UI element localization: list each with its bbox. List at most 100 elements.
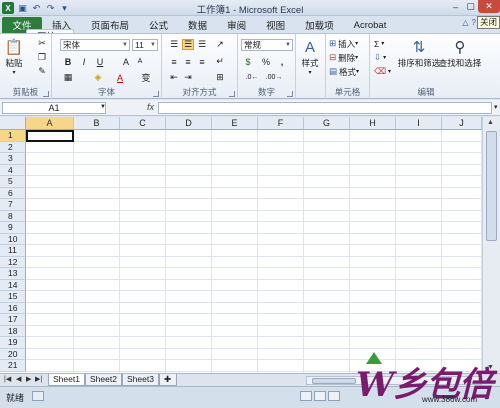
row-header-10[interactable]: 10 (0, 233, 26, 245)
delete-cells-button[interactable]: ⊟ 删除 ▾ (329, 52, 358, 63)
row-header-8[interactable]: 8 (0, 210, 26, 222)
vertical-scrollbar[interactable]: ▲ ▼ (482, 117, 500, 373)
row-header-12[interactable]: 12 (0, 256, 26, 268)
column-header-f[interactable]: F (258, 117, 304, 130)
number-format-select[interactable]: 常规 ▼ (241, 39, 293, 51)
scroll-up-icon[interactable]: ▲ (487, 119, 494, 126)
tab-view[interactable]: 视图 (256, 17, 295, 33)
page-layout-view-icon[interactable] (314, 391, 326, 401)
row-header-21[interactable]: 21 (0, 360, 26, 372)
last-sheet-icon[interactable]: ▶| (35, 375, 42, 383)
merge-center-icon[interactable]: ⊞ (214, 72, 226, 83)
column-header-d[interactable]: D (166, 117, 212, 130)
shrink-font-button[interactable]: A (134, 56, 146, 67)
column-header-j[interactable]: J (442, 117, 482, 130)
column-header-a[interactable]: A (26, 117, 74, 130)
row-header-14[interactable]: 14 (0, 279, 26, 291)
borders-icon[interactable]: ▦ (62, 72, 74, 83)
autosum-button[interactable]: Σ ▾ (374, 38, 384, 49)
font-launcher-icon[interactable] (153, 91, 159, 97)
styles-button[interactable]: A 样式 ▾ (300, 37, 320, 77)
copy-icon[interactable]: ❐ (36, 52, 48, 63)
row-header-11[interactable]: 11 (0, 245, 26, 257)
row-header-2[interactable]: 2 (0, 141, 26, 153)
align-center-icon[interactable]: ≡ (182, 56, 194, 67)
active-cell[interactable] (26, 130, 74, 142)
align-right-icon[interactable]: ≡ (196, 56, 208, 67)
insert-cells-button[interactable]: ⊞ 插入 ▾ (329, 38, 358, 49)
fill-color-icon[interactable]: ◈ (92, 72, 104, 83)
row-header-7[interactable]: 7 (0, 199, 26, 211)
sheet-tab-1[interactable]: Sheet1 (48, 374, 85, 386)
fill-button[interactable]: ⇩ ▾ (374, 52, 386, 63)
column-header-b[interactable]: B (74, 117, 120, 130)
italic-button[interactable]: I (78, 56, 90, 67)
alignment-launcher-icon[interactable] (229, 91, 235, 97)
format-cells-button[interactable]: ▤ 格式 ▾ (329, 66, 359, 77)
format-painter-icon[interactable]: ✎ (36, 66, 48, 77)
tab-data[interactable]: 数据 (178, 17, 217, 33)
tab-page-layout[interactable]: 页面布局 (81, 17, 139, 33)
orientation-icon[interactable]: ↗ (214, 39, 226, 50)
row-header-18[interactable]: 18 (0, 325, 26, 337)
row-header-19[interactable]: 19 (0, 337, 26, 349)
column-header-c[interactable]: C (120, 117, 166, 130)
font-size-select[interactable]: 11 ▼ (132, 39, 158, 51)
column-header-g[interactable]: G (304, 117, 350, 130)
currency-icon[interactable]: $ (242, 56, 254, 67)
row-header-9[interactable]: 9 (0, 222, 26, 234)
tab-review[interactable]: 审阅 (217, 17, 256, 33)
tab-acrobat[interactable]: Acrobat (344, 17, 397, 33)
bold-button[interactable]: B (62, 56, 74, 67)
sort-filter-button[interactable]: ⇅ 排序和筛选 (396, 37, 442, 69)
column-header-h[interactable]: H (350, 117, 396, 130)
clear-button[interactable]: ⌫ ▾ (374, 66, 391, 77)
worksheet-grid[interactable]: A B C D E F G H I J 1 2 3 4 5 6 7 8 9 10 11 12 13 14 15 16 17 18 19 2… (0, 117, 500, 373)
row-header-13[interactable]: 13 (0, 268, 26, 280)
insert-sheet-icon[interactable]: ✚ (159, 374, 177, 386)
next-sheet-icon[interactable]: ▶ (26, 375, 31, 383)
decrease-indent-icon[interactable]: ⇤ (168, 72, 180, 83)
row-header-1[interactable]: 1 (0, 130, 26, 142)
row-header-3[interactable]: 3 (0, 153, 26, 165)
comma-button[interactable]: , (276, 56, 288, 67)
font-color-button[interactable]: A (114, 72, 126, 83)
align-middle-icon[interactable]: ☰ (182, 39, 194, 50)
row-header-17[interactable]: 17 (0, 314, 26, 326)
sheet-tab-3[interactable]: Sheet3 (122, 374, 159, 386)
first-sheet-icon[interactable]: |◀ (4, 375, 11, 383)
close-button[interactable]: ✕ (478, 0, 500, 13)
sheet-tab-2[interactable]: Sheet2 (85, 374, 122, 386)
minimize-button[interactable]: – (448, 0, 463, 13)
minimize-ribbon-icon[interactable]: △ (462, 18, 468, 27)
wrap-text-icon[interactable]: ↵ (214, 56, 226, 67)
normal-view-icon[interactable] (300, 391, 312, 401)
name-box[interactable]: A1 (2, 102, 106, 114)
cut-icon[interactable]: ✂ (36, 38, 48, 49)
expand-formula-bar-icon[interactable]: ▾ (494, 103, 498, 111)
paste-button[interactable]: 📋 粘贴 ▾ (4, 37, 24, 76)
align-bottom-icon[interactable]: ☰ (196, 39, 208, 50)
macro-record-icon[interactable] (32, 391, 44, 401)
row-header-6[interactable]: 6 (0, 187, 26, 199)
row-header-16[interactable]: 16 (0, 302, 26, 314)
maximize-button[interactable]: ▢ (463, 0, 478, 13)
underline-button[interactable]: U (94, 56, 106, 67)
grow-font-button[interactable]: A (120, 56, 132, 67)
name-box-dropdown-icon[interactable]: ▼ (100, 104, 106, 110)
prev-sheet-icon[interactable]: ◀ (16, 375, 21, 383)
phonetic-button[interactable]: 变 (140, 72, 152, 83)
row-header-5[interactable]: 5 (0, 176, 26, 188)
column-header-i[interactable]: I (396, 117, 442, 130)
find-select-button[interactable]: ⚲ 查找和选择 (438, 37, 482, 69)
tab-formulas[interactable]: 公式 (139, 17, 178, 33)
font-name-select[interactable]: 宋体 ▼ (60, 39, 130, 51)
number-launcher-icon[interactable] (287, 91, 293, 97)
column-header-e[interactable]: E (212, 117, 258, 130)
formula-input[interactable] (158, 102, 492, 114)
clipboard-launcher-icon[interactable] (43, 91, 49, 97)
percent-button[interactable]: % (260, 56, 272, 67)
align-left-icon[interactable]: ≡ (168, 56, 180, 67)
row-header-15[interactable]: 15 (0, 291, 26, 303)
help-icon[interactable]: ? (472, 18, 476, 27)
